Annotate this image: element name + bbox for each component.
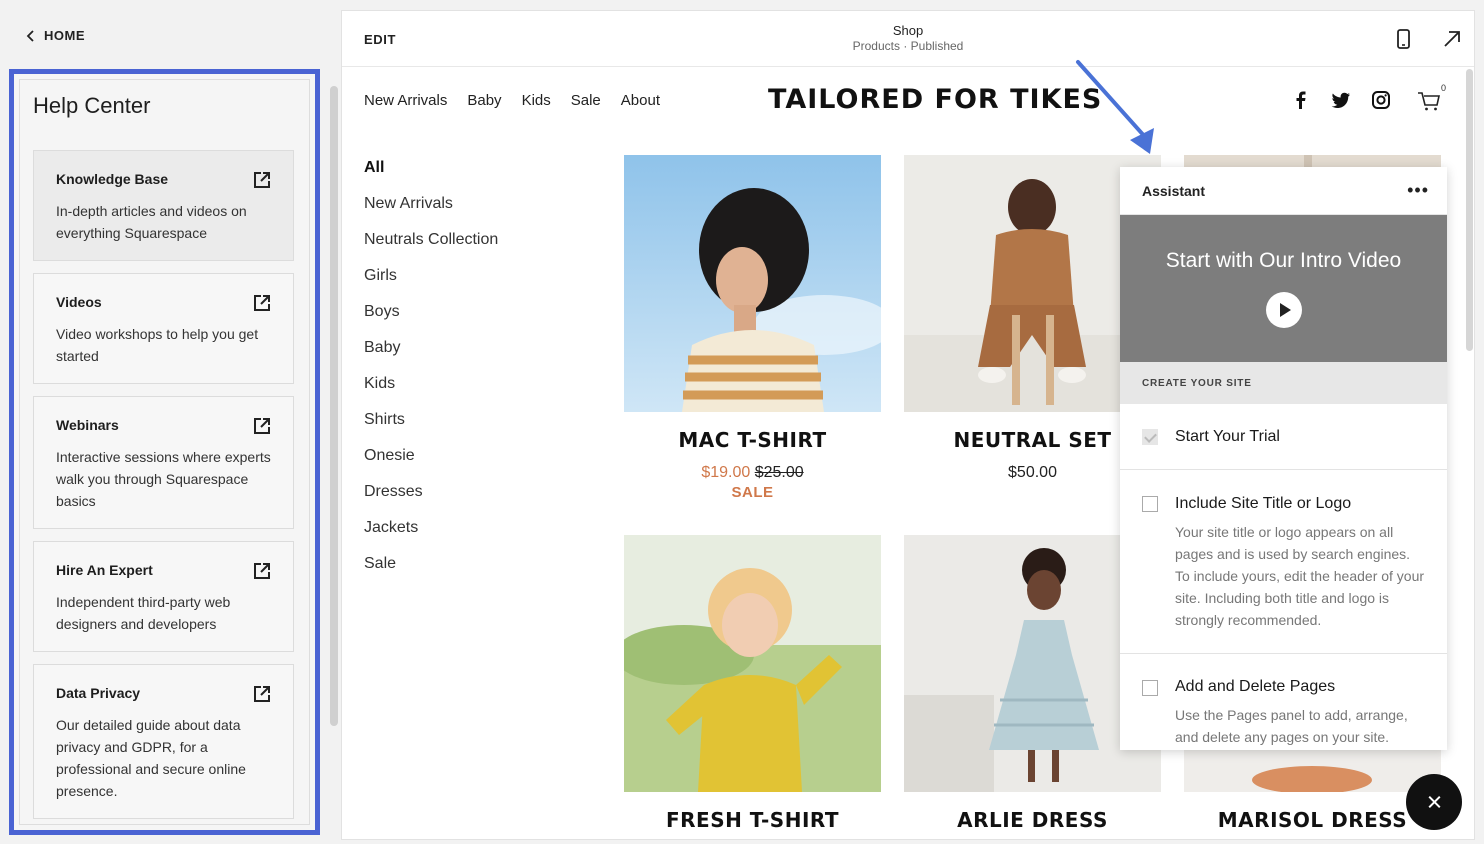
page-name: Shop (892, 23, 924, 38)
page-status: Products · Published (852, 39, 964, 53)
product-card[interactable]: MAC T-SHIRT $19.00 $25.00 SALE (624, 155, 881, 501)
external-link-icon (254, 172, 270, 188)
card-desc: Video workshops to help you get started (56, 326, 259, 364)
task-title: Add and Delete Pages (1175, 678, 1336, 695)
sale-badge: SALE (731, 484, 774, 501)
external-link-icon (254, 563, 270, 579)
product-name[interactable]: MAC T-SHIRT (624, 428, 881, 452)
product-name[interactable]: ARLIE DRESS (904, 808, 1161, 832)
assistant-title: Assistant (1142, 183, 1206, 199)
category-baby[interactable]: Baby (364, 338, 498, 374)
card-desc: Our detailed guide about data privacy an… (56, 717, 246, 799)
product-price: $19.00 $25.00 (624, 464, 881, 482)
category-shirts[interactable]: Shirts (364, 410, 498, 446)
site-nav: New Arrivals Baby Kids Sale About (364, 92, 660, 109)
facebook-icon[interactable] (1291, 90, 1311, 110)
site-nav-about[interactable]: About (621, 92, 660, 109)
assistant-panel: Assistant ••• Start with Our Intro Video… (1120, 167, 1447, 750)
external-link-icon (254, 418, 270, 434)
site-nav-baby[interactable]: Baby (467, 92, 501, 109)
chevron-left-icon (26, 29, 34, 42)
home-link[interactable]: HOME (24, 28, 85, 43)
help-card-webinars[interactable]: Webinars Interactive sessions where expe… (33, 396, 294, 529)
external-link-icon (254, 686, 270, 702)
card-title: Webinars (56, 417, 119, 433)
task-start-trial[interactable]: Start Your Trial (1120, 404, 1447, 470)
mobile-preview-icon[interactable] (1392, 28, 1414, 50)
card-title: Hire An Expert (56, 562, 153, 578)
task-title: Include Site Title or Logo (1175, 495, 1352, 512)
instagram-icon[interactable] (1371, 90, 1391, 110)
category-neutrals-collection[interactable]: Neutrals Collection (364, 230, 498, 266)
help-center-highlight: Help Center Knowledge Base In-depth arti… (9, 69, 320, 835)
annotation-arrow-icon (1076, 60, 1154, 154)
original-price: $25.00 (754, 464, 804, 481)
help-card-videos[interactable]: Videos Video workshops to help you get s… (33, 273, 294, 384)
category-all[interactable]: All (364, 158, 498, 194)
card-desc: Interactive sessions where experts walk … (56, 449, 271, 509)
open-site-arrow-icon[interactable] (1441, 28, 1463, 50)
category-onesie[interactable]: Onesie (364, 446, 498, 482)
product-image[interactable] (624, 155, 881, 412)
site-nav-kids[interactable]: Kids (522, 92, 551, 109)
task-desc: Use the Pages panel to add, arrange, and… (1175, 707, 1408, 745)
home-label: HOME (44, 28, 85, 43)
section-header: CREATE YOUR SITE (1120, 362, 1447, 404)
card-desc: In-depth articles and videos on everythi… (56, 203, 247, 241)
task-title: Start Your Trial (1175, 428, 1280, 445)
product-card[interactable]: FRESH T-SHIRT (624, 535, 881, 832)
video-title: Start with Our Intro Video (1165, 249, 1402, 272)
product-image[interactable] (624, 535, 881, 792)
category-new-arrivals[interactable]: New Arrivals (364, 194, 498, 230)
product-name[interactable]: MARISOL DRESS (1184, 808, 1441, 832)
intro-video[interactable]: Start with Our Intro Video (1120, 215, 1447, 362)
site-nav-new-arrivals[interactable]: New Arrivals (364, 92, 447, 109)
checkbox-checked-icon[interactable] (1142, 429, 1158, 445)
category-boys[interactable]: Boys (364, 302, 498, 338)
category-sale[interactable]: Sale (364, 554, 498, 590)
help-card-data-privacy[interactable]: Data Privacy Our detailed guide about da… (33, 664, 294, 819)
card-title: Videos (56, 294, 102, 310)
cart-count: 0 (1441, 83, 1447, 93)
site-nav-sale[interactable]: Sale (571, 92, 601, 109)
task-add-delete-pages[interactable]: Add and Delete Pages Use the Pages panel… (1120, 654, 1447, 750)
more-options-icon[interactable]: ••• (1407, 180, 1429, 201)
category-kids[interactable]: Kids (364, 374, 498, 410)
task-site-title-logo[interactable]: Include Site Title or Logo Your site tit… (1120, 470, 1447, 654)
help-card-hire-an-expert[interactable]: Hire An Expert Independent third-party w… (33, 541, 294, 652)
checkbox-icon[interactable] (1142, 680, 1158, 696)
cart-icon[interactable] (1417, 90, 1441, 112)
editor-toolbar: EDIT Shop Products · Published (342, 11, 1474, 67)
play-icon[interactable] (1266, 292, 1302, 328)
close-assistant-button[interactable] (1406, 774, 1462, 830)
page-info: Shop Products · Published (342, 23, 1474, 53)
category-jackets[interactable]: Jackets (364, 518, 498, 554)
product-name[interactable]: FRESH T-SHIRT (624, 808, 881, 832)
card-title: Knowledge Base (56, 171, 169, 187)
card-desc: Independent third-party web designers an… (56, 594, 231, 632)
help-center-panel: Help Center Knowledge Base In-depth arti… (19, 79, 310, 825)
category-girls[interactable]: Girls (364, 266, 498, 302)
site-logo[interactable]: TAILORED FOR TIKES (768, 84, 1102, 115)
task-desc: Your site title or logo appears on all p… (1175, 524, 1425, 628)
category-dresses[interactable]: Dresses (364, 482, 498, 518)
sale-price: $19.00 (701, 464, 751, 481)
assistant-header: Assistant ••• (1120, 167, 1447, 215)
help-card-knowledge-base[interactable]: Knowledge Base In-depth articles and vid… (33, 150, 294, 261)
twitter-icon[interactable] (1331, 90, 1351, 110)
category-list: All New Arrivals Neutrals Collection Gir… (364, 158, 498, 590)
site-scrollbar[interactable] (1466, 69, 1473, 351)
help-panel-scrollbar[interactable] (330, 86, 338, 726)
help-center-title: Help Center (33, 93, 151, 118)
card-title: Data Privacy (56, 685, 141, 701)
external-link-icon (254, 295, 270, 311)
checkbox-icon[interactable] (1142, 496, 1158, 512)
